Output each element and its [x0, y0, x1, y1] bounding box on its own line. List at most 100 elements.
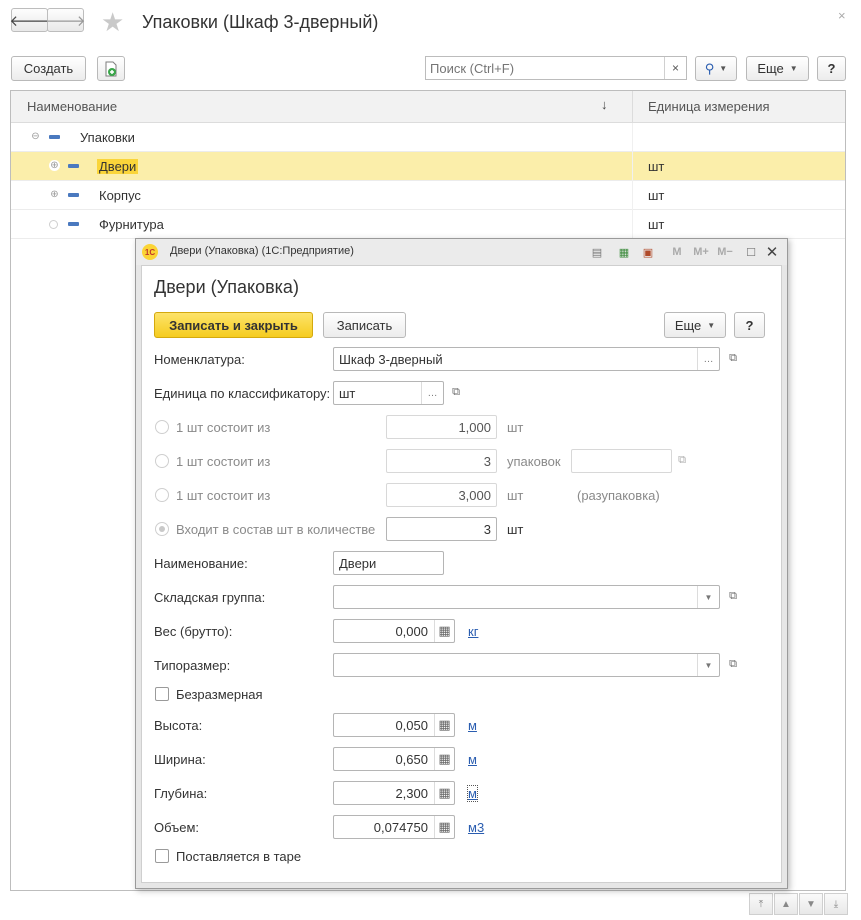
- expand-icon[interactable]: ⊕: [49, 189, 60, 200]
- save-button-label: Записать: [336, 317, 393, 333]
- weight-field[interactable]: 0,000 ▦: [333, 619, 455, 643]
- open-icon[interactable]: ⧉: [446, 381, 466, 403]
- scroll-down-button[interactable]: ▼: [799, 893, 823, 915]
- search-icon: ⚲: [704, 60, 715, 76]
- name-field[interactable]: Двери: [333, 551, 444, 575]
- height-field[interactable]: 0,050 ▦: [333, 713, 455, 737]
- scroll-up-button[interactable]: ▲: [774, 893, 798, 915]
- clear-search-icon[interactable]: ×: [664, 57, 686, 79]
- more-button-label: Еще: [757, 61, 784, 76]
- scroll-bottom-button[interactable]: ⤓: [824, 893, 848, 915]
- option1-field[interactable]: 1,000: [386, 415, 497, 439]
- dialog-caption-bar[interactable]: 1С Двери (Упаковка) (1С:Предприятие) ▤ ▦…: [136, 239, 787, 265]
- search-input[interactable]: [426, 57, 662, 79]
- option2-unit: упаковок: [507, 454, 561, 469]
- group-icon: [49, 135, 60, 139]
- expand-icon[interactable]: ⊕: [49, 160, 60, 171]
- size-type-field[interactable]: ▼: [333, 653, 720, 677]
- favorite-star-icon[interactable]: ★: [101, 7, 124, 38]
- option3-radio[interactable]: [155, 488, 169, 502]
- open-icon[interactable]: ⧉: [723, 347, 743, 369]
- warehouse-group-label: Складская группа:: [154, 590, 266, 605]
- memory-m-icon[interactable]: M: [668, 243, 686, 261]
- list-row-selected[interactable]: ⊕ Двери шт: [11, 152, 845, 181]
- column-header-name[interactable]: Наименование: [27, 99, 117, 114]
- depth-field[interactable]: 2,300 ▦: [333, 781, 455, 805]
- calculator-icon[interactable]: ▦: [434, 620, 454, 642]
- dimensionless-label: Безразмерная: [176, 687, 263, 702]
- search-button[interactable]: ⚲ ▼: [695, 56, 737, 81]
- close-icon[interactable]: ✕: [763, 243, 781, 261]
- unit-class-value: шт: [339, 386, 356, 401]
- create-button[interactable]: Создать: [11, 56, 86, 81]
- option3-field[interactable]: 3,000: [386, 483, 497, 507]
- dropdown-arrow-icon[interactable]: ▼: [697, 654, 719, 676]
- calculator-icon[interactable]: ▦: [434, 782, 454, 804]
- print-icon[interactable]: ▤: [588, 243, 606, 261]
- unit-class-field[interactable]: шт …: [333, 381, 444, 405]
- warehouse-group-field[interactable]: ▼: [333, 585, 720, 609]
- option1-unit: шт: [507, 420, 524, 435]
- close-page-icon[interactable]: ×: [838, 8, 846, 23]
- open-icon[interactable]: ⧉: [672, 449, 692, 471]
- calendar-icon[interactable]: ▣: [639, 243, 657, 261]
- depth-label: Глубина:: [154, 786, 208, 801]
- save-button[interactable]: Записать: [323, 312, 406, 338]
- option2-package-field[interactable]: [571, 449, 672, 473]
- arrow-left-icon: 🡐: [9, 12, 50, 30]
- calculator-icon[interactable]: ▦: [434, 714, 454, 736]
- option4-radio[interactable]: [155, 522, 169, 536]
- option3-unit: шт: [507, 488, 524, 503]
- open-icon[interactable]: ⧉: [723, 653, 743, 675]
- create-button-label: Создать: [23, 61, 74, 76]
- width-field[interactable]: 0,650 ▦: [333, 747, 455, 771]
- memory-plus-icon[interactable]: M+: [689, 243, 713, 261]
- leaf-icon: [49, 220, 58, 229]
- option1-radio[interactable]: [155, 420, 169, 434]
- collapse-icon[interactable]: ⊖: [30, 131, 41, 142]
- forward-button[interactable]: 🡒: [45, 8, 86, 32]
- dialog-help-button[interactable]: ?: [734, 312, 765, 338]
- option2-field[interactable]: 3: [386, 449, 497, 473]
- dimensionless-checkbox[interactable]: [155, 687, 169, 701]
- list-row[interactable]: ⊖ Упаковки: [11, 123, 845, 152]
- list-row[interactable]: ⊕ Корпус шт: [11, 181, 845, 210]
- dropdown-arrow-icon[interactable]: ▼: [697, 586, 719, 608]
- column-header-unit[interactable]: Единица измерения: [648, 99, 770, 114]
- calculator-icon[interactable]: ▦: [434, 816, 454, 838]
- dialog-more-button[interactable]: Еще ▼: [664, 312, 726, 338]
- maximize-icon[interactable]: ☐: [742, 243, 760, 261]
- open-icon[interactable]: ⧉: [723, 585, 743, 607]
- height-unit-link[interactable]: м: [468, 718, 477, 733]
- width-unit-link[interactable]: м: [468, 752, 477, 767]
- in-container-label: Поставляется в таре: [176, 849, 302, 864]
- weight-unit-link[interactable]: кг: [468, 624, 478, 639]
- option4-field[interactable]: 3: [386, 517, 497, 541]
- row-unit: шт: [648, 159, 665, 174]
- group-icon: [68, 164, 79, 168]
- create-group-button[interactable]: [97, 56, 125, 81]
- select-ellipsis-icon[interactable]: …: [697, 348, 719, 370]
- width-label: Ширина:: [154, 752, 206, 767]
- save-and-close-button[interactable]: Записать и закрыть: [154, 312, 313, 338]
- volume-field[interactable]: 0,074750 ▦: [333, 815, 455, 839]
- back-button[interactable]: 🡐: [9, 8, 50, 32]
- chevron-down-icon: ▼: [789, 64, 798, 73]
- group-icon: [68, 193, 79, 197]
- nomenclature-label: Номенклатура:: [154, 352, 245, 367]
- memory-minus-icon[interactable]: M−: [713, 243, 737, 261]
- calculator-icon[interactable]: ▦: [615, 243, 633, 261]
- weight-value: 0,000: [395, 624, 428, 639]
- volume-unit-link[interactable]: м3: [468, 820, 484, 835]
- in-container-checkbox[interactable]: [155, 849, 169, 863]
- select-ellipsis-icon[interactable]: …: [421, 382, 443, 404]
- group-icon: [68, 222, 79, 226]
- scroll-top-button[interactable]: ⤒: [749, 893, 773, 915]
- help-button[interactable]: ?: [817, 56, 846, 81]
- calculator-icon[interactable]: ▦: [434, 748, 454, 770]
- option2-radio[interactable]: [155, 454, 169, 468]
- depth-unit-link[interactable]: м: [467, 785, 478, 802]
- nomenclature-field[interactable]: Шкаф 3-дверный …: [333, 347, 720, 371]
- more-button[interactable]: Еще ▼: [746, 56, 809, 81]
- list-row[interactable]: Фурнитура шт: [11, 210, 845, 239]
